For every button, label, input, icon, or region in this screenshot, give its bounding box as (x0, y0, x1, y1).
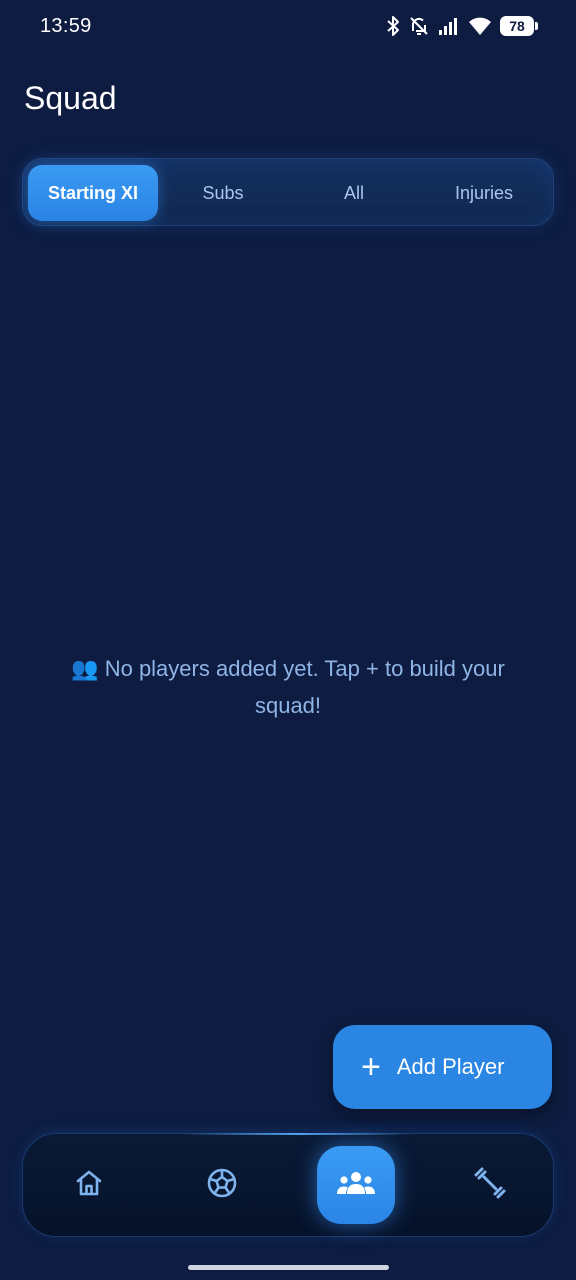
add-player-button[interactable]: + Add Player (333, 1025, 552, 1109)
status-time: 13:59 (40, 15, 92, 37)
status-icons: 78 (386, 13, 538, 39)
nav-matches[interactable] (183, 1146, 261, 1224)
status-bar: 13:59 78 (0, 0, 576, 52)
football-icon (206, 1167, 238, 1204)
tab-subs[interactable]: Subs (158, 165, 288, 221)
signal-icon (438, 16, 460, 36)
tab-bar: Starting XI Subs All Injuries (22, 158, 554, 226)
nav-glow (183, 1133, 413, 1135)
bluetooth-icon (386, 15, 400, 37)
people-icon: 👥 (71, 656, 99, 681)
empty-state-message: 👥 No players added yet. Tap + to build y… (40, 650, 536, 724)
battery-level: 78 (509, 18, 525, 34)
tab-injuries[interactable]: Injuries (419, 165, 549, 221)
empty-state-text: No players added yet. Tap + to build you… (104, 656, 505, 718)
page-title: Squad (24, 80, 117, 116)
tab-starting-xi[interactable]: Starting XI (28, 165, 158, 221)
nav-squad[interactable] (317, 1146, 395, 1224)
bottom-nav (22, 1133, 554, 1237)
add-player-label: Add Player (396, 1054, 505, 1079)
dumbbell-icon (473, 1166, 507, 1205)
group-icon (336, 1170, 376, 1201)
wifi-icon (468, 16, 492, 36)
home-indicator[interactable] (188, 1265, 389, 1270)
home-icon (74, 1168, 104, 1203)
battery-icon: 78 (500, 16, 538, 36)
nav-training[interactable] (451, 1146, 529, 1224)
squad-screen: 13:59 78 Squad Starting XI Subs All Inju… (0, 0, 576, 1280)
muted-bell-icon (408, 15, 430, 37)
nav-home[interactable] (50, 1146, 128, 1224)
tab-all[interactable]: All (289, 165, 419, 221)
plus-icon: + (361, 1048, 381, 1086)
